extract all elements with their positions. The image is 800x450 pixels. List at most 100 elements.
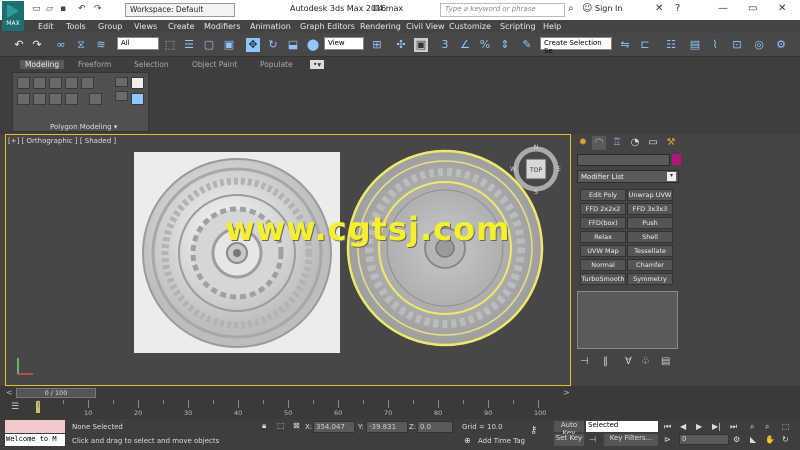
reference-coordinate-dropdown[interactable]: View	[324, 37, 364, 50]
modifier-stack[interactable]	[577, 291, 678, 349]
set-keys-icon[interactable]: ⊣	[589, 435, 596, 444]
tab-selection[interactable]: Selection	[134, 60, 169, 69]
search-input[interactable]: Type a keyword or phrase	[440, 3, 565, 17]
render-setup-icon[interactable]: ⚙	[774, 38, 788, 52]
menu-scripting[interactable]: Scripting	[500, 22, 536, 31]
modifier-push-button[interactable]: Push	[627, 217, 673, 229]
time-slider-prev-icon[interactable]: <	[6, 388, 13, 397]
play-icon[interactable]: ▶	[696, 422, 702, 431]
maxscript-mini-listener[interactable]: Welcome to M	[5, 434, 65, 446]
select-and-rotate-icon[interactable]: ↻	[266, 38, 280, 52]
spinner-snap-icon[interactable]: ⇕	[498, 38, 512, 52]
current-frame-field[interactable]: 0	[679, 434, 729, 445]
edge-icon[interactable]	[33, 77, 46, 89]
menu-tools[interactable]: Tools	[66, 22, 86, 31]
time-slider-next-icon[interactable]: >	[563, 388, 570, 397]
add-time-tag-button[interactable]: Add Time Tag	[478, 437, 525, 445]
motion-tab-icon[interactable]: ◔	[628, 136, 642, 150]
redo-icon[interactable]: ↷	[94, 4, 102, 14]
menu-views[interactable]: Views	[134, 22, 157, 31]
show-end-result-icon[interactable]	[131, 77, 144, 89]
absolute-mode-icon[interactable]: ⊠	[293, 421, 300, 430]
show-cage-icon[interactable]	[65, 93, 78, 105]
modifier-normal-button[interactable]: Normal	[580, 259, 626, 271]
y-coordinate-field[interactable]: -39.831	[366, 421, 408, 433]
select-and-scale-icon[interactable]: ⬓	[286, 38, 300, 52]
named-selection-dropdown[interactable]: Create Selection Se	[540, 37, 612, 55]
key-mode-icon[interactable]: ⊳	[664, 435, 671, 444]
menu-civil-view[interactable]: Civil View	[406, 22, 445, 31]
menu-create[interactable]: Create	[168, 22, 195, 31]
make-unique-icon[interactable]: ∀	[625, 356, 632, 367]
layer-manager-icon[interactable]: ☷	[664, 38, 678, 52]
key-icon[interactable]: ⚷	[530, 425, 537, 436]
keyboard-shortcut-override-icon[interactable]: ▣	[414, 38, 428, 52]
next-frame-icon[interactable]: ▶|	[712, 422, 721, 431]
modify-mode-icon[interactable]	[17, 93, 30, 105]
user-icon[interactable]: ☺	[582, 3, 592, 14]
menu-customize[interactable]: Customize	[449, 22, 491, 31]
toggle-ribbon-icon[interactable]: ▤	[688, 38, 702, 52]
go-to-end-icon[interactable]: ⏭	[730, 422, 737, 432]
remove-modifier-icon[interactable]: ♧	[641, 356, 650, 367]
modifier-edit-poly-button[interactable]: Edit Poly	[580, 189, 626, 201]
select-by-name-icon[interactable]: ☰	[182, 38, 196, 52]
lock-icon[interactable]: 🔒︎	[262, 421, 266, 431]
vertex-icon[interactable]	[17, 77, 30, 89]
window-crossing-icon[interactable]: ▣	[222, 38, 236, 52]
unlink-icon[interactable]: ⧖	[74, 38, 88, 52]
zoom-all-icon[interactable]: ⌕	[765, 422, 769, 432]
modify-tab-icon[interactable]: ◠	[592, 136, 606, 150]
menu-edit[interactable]: Edit	[38, 22, 54, 31]
x-coordinate-field[interactable]: 354.047	[313, 421, 355, 433]
ribbon-options-icon[interactable]: •▾	[310, 60, 325, 69]
configure-modifier-sets-icon[interactable]: ▤	[661, 356, 670, 367]
hierarchy-tab-icon[interactable]: ♖	[610, 136, 624, 150]
ignore-backfacing-icon[interactable]	[49, 93, 62, 105]
sign-in-link[interactable]: Sign In	[595, 4, 622, 13]
modifier-tessellate-button[interactable]: Tessellate	[627, 245, 673, 257]
set-key-button[interactable]: Set Key	[554, 434, 584, 446]
previous-modifier-icon[interactable]	[115, 91, 128, 101]
orbit-icon[interactable]: ↻	[782, 435, 789, 444]
object-color-swatch[interactable]	[672, 154, 681, 165]
modifier-shell-button[interactable]: Shell	[627, 231, 673, 243]
key-filter-selection-dropdown[interactable]: Selected	[586, 421, 658, 432]
z-coordinate-field[interactable]: 0.0	[417, 421, 453, 433]
schematic-view-icon[interactable]: ⊡	[730, 38, 744, 52]
menu-rendering[interactable]: Rendering	[360, 22, 401, 31]
maximize-icon[interactable]: ▭	[748, 3, 757, 14]
zoom-extents-icon[interactable]: ⬚	[782, 422, 790, 431]
rectangular-selection-icon[interactable]: ▢	[202, 38, 216, 52]
exchange-icon[interactable]: ✕	[655, 3, 663, 14]
element-icon[interactable]	[81, 77, 94, 89]
toggle-polygon-icon[interactable]	[131, 93, 144, 105]
zoom-icon[interactable]: ⌕	[750, 422, 754, 432]
link-icon[interactable]: ∞	[54, 38, 68, 52]
time-configuration-icon[interactable]: ⚙	[733, 435, 740, 444]
next-modifier-icon[interactable]	[115, 77, 128, 87]
percent-snap-icon[interactable]: %	[478, 38, 492, 52]
select-and-move-icon[interactable]: ✥	[246, 38, 260, 52]
border-icon[interactable]	[49, 77, 62, 89]
menu-help[interactable]: Help	[543, 22, 561, 31]
tab-modeling[interactable]: Modeling	[20, 60, 65, 69]
material-editor-icon[interactable]: ◎	[752, 38, 766, 52]
angle-snap-icon[interactable]: ∠	[458, 38, 472, 52]
auto-key-button[interactable]: Auto Key	[554, 421, 584, 437]
modifier-turbosmooth-button[interactable]: TurboSmooth	[580, 273, 626, 285]
modifier-ffd3-button[interactable]: FFD 3x3x3	[627, 203, 673, 215]
collapse-stack-icon[interactable]	[89, 93, 102, 105]
viewcube[interactable]: TOP N E S W	[510, 143, 562, 195]
polygon-modeling-label[interactable]: Polygon Modeling ▾	[50, 123, 117, 131]
track-bar[interactable]	[0, 400, 800, 419]
isolate-selection-icon[interactable]: ⬚	[277, 421, 285, 430]
new-file-icon[interactable]: ▭	[32, 4, 41, 14]
curve-editor-icon[interactable]: ⌇	[708, 38, 722, 52]
utilities-tab-icon[interactable]: ⚒	[664, 136, 678, 150]
tab-object-paint[interactable]: Object Paint	[192, 60, 237, 69]
menu-graph-editors[interactable]: Graph Editors	[300, 22, 355, 31]
object-name-field[interactable]	[577, 154, 670, 166]
align-icon[interactable]: ⊏	[638, 38, 652, 52]
save-file-icon[interactable]: ▪	[60, 4, 66, 14]
